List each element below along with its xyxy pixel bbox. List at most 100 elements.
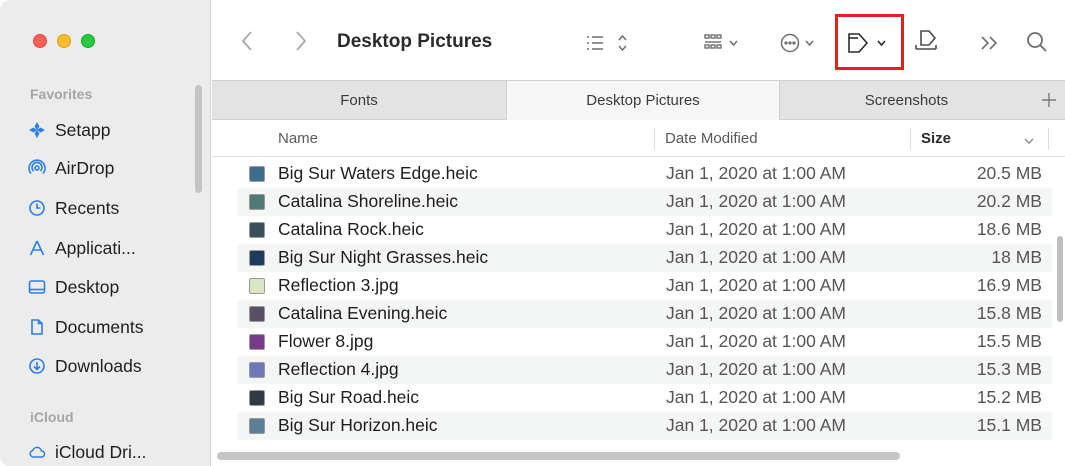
file-name: Reflection 4.jpg xyxy=(278,359,399,379)
sidebar: Favorites Setapp AirDrop Recents Applica… xyxy=(0,0,211,466)
tag-button[interactable] xyxy=(844,30,898,56)
file-row[interactable]: Reflection 3.jpg Jan 1, 2020 at 1:00 AM 16… xyxy=(237,272,1052,300)
finder-window: Favorites Setapp AirDrop Recents Applica… xyxy=(0,0,1065,466)
file-row[interactable]: Flower 8.jpg Jan 1, 2020 at 1:00 AM 15.5 M… xyxy=(237,328,1052,356)
sidebar-item-icloud-drive[interactable]: iCloud Dri... xyxy=(28,439,146,465)
icloud-heading: iCloud xyxy=(30,409,74,425)
sort-chevron-down-icon[interactable] xyxy=(1023,137,1035,145)
tab-screenshots[interactable]: Screenshots xyxy=(780,81,1033,120)
file-size: 18.6 MB xyxy=(976,219,1042,239)
window-title: Desktop Pictures xyxy=(337,31,493,52)
tab-label: Fonts xyxy=(340,92,378,109)
toolbar: Desktop Pictures xyxy=(212,0,1065,80)
cloud-icon xyxy=(28,443,46,461)
horizontal-scrollbar[interactable] xyxy=(217,452,900,460)
more-toolbar-button[interactable] xyxy=(978,32,1000,54)
file-size: 15.1 MB xyxy=(976,415,1042,435)
file-name: Big Sur Road.heic xyxy=(278,387,420,407)
sidebar-item-airdrop[interactable]: AirDrop xyxy=(28,155,114,181)
desktop-icon xyxy=(28,278,46,296)
file-row[interactable]: Big Sur Waters Edge.heic Jan 1, 2020 at 1… xyxy=(237,160,1052,188)
file-name: Flower 8.jpg xyxy=(278,331,374,351)
column-header-size[interactable]: Size xyxy=(921,130,951,147)
chevron-double-right-icon xyxy=(981,36,998,50)
image-thumbnail-icon xyxy=(249,166,265,182)
file-row[interactable]: Big Sur Horizon.heic Jan 1, 2020 at 1:00 … xyxy=(237,412,1052,440)
applications-icon xyxy=(28,239,46,257)
file-row[interactable]: Catalina Evening.heic Jan 1, 2020 at 1:00… xyxy=(237,300,1052,328)
document-icon xyxy=(28,318,46,336)
sidebar-item-label: Documents xyxy=(55,316,144,337)
back-button[interactable] xyxy=(236,28,258,54)
file-date-modified: Jan 1, 2020 at 1:00 AM xyxy=(666,219,846,239)
clock-icon xyxy=(28,199,46,217)
forward-button[interactable] xyxy=(290,28,312,54)
sidebar-item-label: Setapp xyxy=(55,119,111,140)
file-date-modified: Jan 1, 2020 at 1:00 AM xyxy=(666,303,846,323)
file-date-modified: Jan 1, 2020 at 1:00 AM xyxy=(666,275,846,295)
tab-fonts[interactable]: Fonts xyxy=(212,81,506,120)
file-size: 16.9 MB xyxy=(976,275,1042,295)
group-button[interactable] xyxy=(702,30,750,56)
image-thumbnail-icon xyxy=(249,334,265,350)
file-size: 18 MB xyxy=(991,247,1042,267)
share-drive-button[interactable] xyxy=(912,26,940,56)
file-date-modified: Jan 1, 2020 at 1:00 AM xyxy=(666,359,846,379)
sidebar-item-documents[interactable]: Documents xyxy=(28,314,144,340)
sidebar-scrollbar[interactable] xyxy=(195,85,202,193)
zoom-window-button[interactable] xyxy=(81,34,95,48)
file-name: Catalina Shoreline.heic xyxy=(278,191,458,211)
column-header-name[interactable]: Name xyxy=(278,130,318,147)
image-thumbnail-icon xyxy=(249,278,265,294)
image-thumbnail-icon xyxy=(249,306,265,322)
download-icon xyxy=(28,357,46,375)
file-row[interactable]: Catalina Shoreline.heic Jan 1, 2020 at 1:… xyxy=(237,188,1052,216)
sidebar-item-label: iCloud Dri... xyxy=(55,441,147,462)
sidebar-item-label: Downloads xyxy=(55,355,142,376)
file-list: Big Sur Waters Edge.heic Jan 1, 2020 at 1… xyxy=(212,158,1065,448)
ellipsis-circle-icon xyxy=(780,33,814,53)
new-tab-button[interactable] xyxy=(1037,88,1061,112)
file-row[interactable]: Big Sur Night Grasses.heic Jan 1, 2020 at… xyxy=(237,244,1052,272)
minimize-window-button[interactable] xyxy=(57,34,71,48)
file-size: 20.2 MB xyxy=(976,191,1042,211)
search-button[interactable] xyxy=(1024,29,1050,55)
chevron-left-icon xyxy=(241,31,252,51)
file-row[interactable]: Reflection 4.jpg Jan 1, 2020 at 1:00 AM 15… xyxy=(237,356,1052,384)
column-divider xyxy=(1048,128,1049,150)
vertical-scrollbar[interactable] xyxy=(1057,236,1063,322)
sidebar-item-applications[interactable]: Applicati... xyxy=(28,235,136,261)
sidebar-item-label: Desktop xyxy=(55,276,120,297)
sidebar-item-downloads[interactable]: Downloads xyxy=(28,353,142,379)
favorites-heading: Favorites xyxy=(30,86,93,102)
window-controls xyxy=(33,34,95,48)
tab-label: Desktop Pictures xyxy=(586,92,700,109)
view-options-button[interactable] xyxy=(582,30,634,56)
file-date-modified: Jan 1, 2020 at 1:00 AM xyxy=(666,191,846,211)
column-headers: Name Date Modified Size xyxy=(212,121,1065,157)
image-thumbnail-icon xyxy=(249,418,265,434)
image-thumbnail-icon xyxy=(249,362,265,378)
image-thumbnail-icon xyxy=(249,194,265,210)
column-header-date[interactable]: Date Modified xyxy=(665,130,758,147)
sidebar-item-setapp[interactable]: Setapp xyxy=(28,117,110,143)
tab-desktop-pictures[interactable]: Desktop Pictures xyxy=(506,81,780,120)
file-row[interactable]: Catalina Rock.heic Jan 1, 2020 at 1:00 AM… xyxy=(237,216,1052,244)
sidebar-item-label: AirDrop xyxy=(55,157,115,178)
image-thumbnail-icon xyxy=(249,222,265,238)
tab-bar: Fonts Desktop Pictures Screenshots xyxy=(212,80,1065,120)
file-name: Big Sur Horizon.heic xyxy=(278,415,438,435)
file-row[interactable]: Big Sur Road.heic Jan 1, 2020 at 1:00 AM 1… xyxy=(237,384,1052,412)
plus-icon xyxy=(1042,93,1056,107)
list-view-icon xyxy=(587,34,627,52)
file-date-modified: Jan 1, 2020 at 1:00 AM xyxy=(666,247,846,267)
file-size: 15.2 MB xyxy=(976,387,1042,407)
sidebar-item-label: Recents xyxy=(55,197,120,218)
file-name: Catalina Evening.heic xyxy=(278,303,448,323)
sidebar-item-desktop[interactable]: Desktop xyxy=(28,274,119,300)
file-date-modified: Jan 1, 2020 at 1:00 AM xyxy=(666,387,846,407)
close-window-button[interactable] xyxy=(33,34,47,48)
action-menu-button[interactable] xyxy=(779,30,827,56)
sidebar-item-recents[interactable]: Recents xyxy=(28,195,119,221)
file-name: Catalina Rock.heic xyxy=(278,219,424,239)
